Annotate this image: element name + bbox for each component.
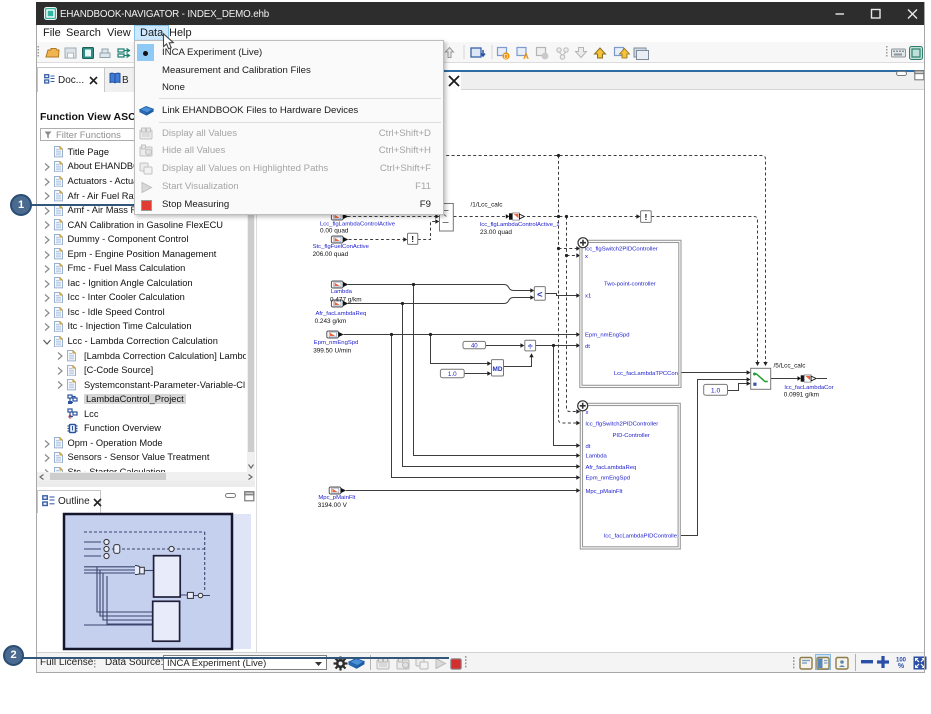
- svg-text:Afr_facLambdaReq: Afr_facLambdaReq: [586, 465, 637, 471]
- svg-text:Afr_facLambdaReq: Afr_facLambdaReq: [316, 311, 367, 317]
- svg-text:MD: MD: [493, 366, 503, 373]
- svg-text:c: c: [68, 414, 72, 420]
- svg-text:Lambda: Lambda: [586, 454, 608, 460]
- svg-text:206.00 quad: 206.00 quad: [313, 251, 349, 258]
- svg-text:0.00 quad: 0.00 quad: [320, 227, 349, 234]
- svg-text:lcc_facLambdaCor: lcc_facLambdaCor: [785, 385, 834, 391]
- svg-text:Epm_nmEngSpd: Epm_nmEngSpd: [585, 333, 630, 339]
- svg-text:x1: x1: [585, 294, 591, 300]
- svg-text:0.477 g/km: 0.477 g/km: [330, 296, 362, 303]
- svg-text:40: 40: [471, 343, 478, 349]
- svg-text:<: <: [537, 289, 543, 300]
- svg-text:3194.00 V: 3194.00 V: [318, 502, 348, 509]
- svg-text:0.0991 g/km: 0.0991 g/km: [784, 392, 819, 399]
- svg-text:Mpc_pMainFlt: Mpc_pMainFlt: [586, 489, 623, 495]
- svg-text:Lcc_facLambdaTPCCon: Lcc_facLambdaTPCCon: [614, 371, 678, 377]
- svg-text:A: A: [523, 52, 529, 61]
- svg-text:399.50 U/min: 399.50 U/min: [313, 347, 351, 354]
- svg-text:Mpc_pMainFlt: Mpc_pMainFlt: [318, 495, 355, 501]
- svg-text:%: %: [898, 663, 905, 669]
- svg-text:x: x: [585, 254, 588, 260]
- svg-text:Lambda: Lambda: [331, 289, 353, 295]
- svg-text:Epm_nmEngSpd: Epm_nmEngSpd: [314, 340, 359, 346]
- svg-text:!: !: [644, 212, 647, 222]
- svg-text:!: !: [411, 234, 414, 244]
- svg-text:1.0: 1.0: [448, 371, 457, 378]
- svg-text:lcc_flgLambdaControlActive_1: lcc_flgLambdaControlActive_1: [480, 222, 560, 228]
- svg-text:dt: dt: [585, 344, 590, 350]
- svg-text:dt: dt: [586, 444, 591, 450]
- svg-text:x: x: [586, 410, 589, 416]
- svg-text:/5/Lcc_calc: /5/Lcc_calc: [774, 362, 807, 369]
- svg-text:D: D: [504, 55, 509, 61]
- svg-text:lcc_flgSwitch2PIDController: lcc_flgSwitch2PIDController: [585, 247, 658, 253]
- svg-text:Epm_nmEngSpd: Epm_nmEngSpd: [586, 476, 631, 482]
- svg-text:Stc_flgFuelConActive: Stc_flgFuelConActive: [313, 244, 370, 250]
- svg-text:1.0: 1.0: [711, 387, 721, 394]
- svg-text:/1/Lcc_calc: /1/Lcc_calc: [471, 202, 504, 209]
- svg-text:÷: ÷: [528, 341, 533, 351]
- svg-text:0.243 g/km: 0.243 g/km: [315, 318, 347, 325]
- svg-text:PID-Controller: PID-Controller: [613, 433, 650, 439]
- svg-text:23.00 quad: 23.00 quad: [480, 229, 512, 236]
- svg-text:lcc_flgSwitch2PIDController: lcc_flgSwitch2PIDController: [586, 421, 659, 427]
- svg-text:Two-point-controller: Two-point-controller: [604, 281, 656, 287]
- svg-text:lcc_facLambdaPIDControlle: lcc_facLambdaPIDControlle: [604, 534, 678, 540]
